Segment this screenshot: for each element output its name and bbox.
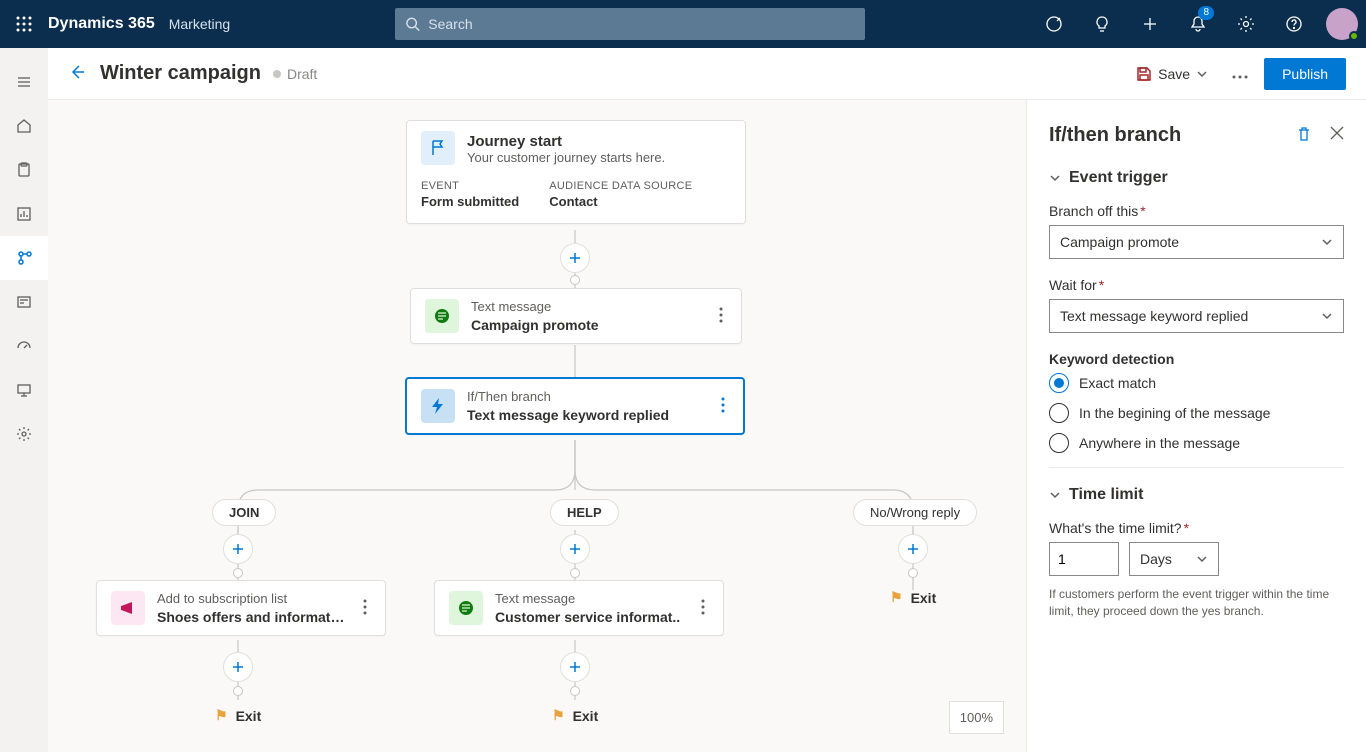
avatar[interactable] bbox=[1326, 8, 1358, 40]
search-box[interactable] bbox=[395, 8, 865, 40]
time-limit-label: What's the time limit?* bbox=[1049, 520, 1344, 536]
radio-exact-match[interactable]: Exact match bbox=[1049, 373, 1344, 393]
node-more-button[interactable] bbox=[359, 595, 371, 622]
left-rail bbox=[0, 48, 48, 752]
home-icon[interactable] bbox=[0, 104, 48, 148]
clipboard-icon[interactable] bbox=[0, 148, 48, 192]
section-event-trigger[interactable]: Event trigger bbox=[1049, 169, 1344, 187]
search-icon bbox=[405, 16, 420, 32]
exit-node: ⚑ Exit bbox=[552, 707, 598, 724]
lightning-icon bbox=[421, 389, 455, 423]
publish-button[interactable]: Publish bbox=[1264, 58, 1346, 90]
radio-anywhere[interactable]: Anywhere in the message bbox=[1049, 433, 1344, 453]
chat-icon bbox=[425, 299, 459, 333]
presentation-icon[interactable] bbox=[0, 368, 48, 412]
panel-title: If/then branch bbox=[1049, 124, 1181, 147]
presence-indicator bbox=[1349, 31, 1359, 41]
branch-pill-nowrong[interactable]: No/Wrong reply bbox=[853, 499, 977, 526]
back-button[interactable] bbox=[68, 63, 86, 84]
branch-pill-help[interactable]: HELP bbox=[550, 499, 619, 526]
branch-off-dropdown[interactable]: Campaign promote bbox=[1049, 225, 1344, 259]
branch-off-label: Branch off this* bbox=[1049, 203, 1344, 219]
chat-icon bbox=[449, 591, 483, 625]
radio-beginning[interactable]: In the begining of the message bbox=[1049, 403, 1344, 423]
flag-icon: ⚑ bbox=[215, 707, 228, 724]
page-title: Winter campaign bbox=[100, 62, 261, 85]
plus-icon[interactable] bbox=[1126, 0, 1174, 48]
megaphone-icon bbox=[111, 591, 145, 625]
notification-icon[interactable]: 8 bbox=[1174, 0, 1222, 48]
flag-icon: ⚑ bbox=[890, 589, 903, 606]
add-step-button[interactable] bbox=[223, 652, 253, 682]
gear-icon[interactable] bbox=[0, 412, 48, 456]
chevron-down-icon bbox=[1321, 310, 1333, 322]
notification-badge: 8 bbox=[1198, 6, 1214, 20]
settings-icon[interactable] bbox=[1222, 0, 1270, 48]
section-time-limit[interactable]: Time limit bbox=[1049, 486, 1344, 504]
area-label[interactable]: Marketing bbox=[169, 16, 230, 32]
exit-node: ⚑ Exit bbox=[890, 589, 936, 606]
brand-label: Dynamics 365 bbox=[48, 15, 155, 33]
status-badge: Draft bbox=[287, 66, 317, 82]
journey-icon[interactable] bbox=[0, 236, 48, 280]
help-text: If customers perform the event trigger w… bbox=[1049, 586, 1344, 620]
keyword-detection-label: Keyword detection bbox=[1049, 351, 1344, 367]
save-icon bbox=[1136, 66, 1152, 82]
text-message-node[interactable]: Text message Campaign promote bbox=[410, 288, 742, 344]
journey-canvas[interactable]: Journey start Your customer journey star… bbox=[48, 100, 1026, 752]
time-unit-dropdown[interactable]: Days bbox=[1129, 542, 1219, 576]
if-then-node[interactable]: If/Then branch Text message keyword repl… bbox=[405, 377, 745, 435]
delete-button[interactable] bbox=[1296, 126, 1312, 145]
journey-start-node[interactable]: Journey start Your customer journey star… bbox=[406, 120, 746, 224]
nav-toggle-icon[interactable] bbox=[0, 60, 48, 104]
zoom-indicator[interactable]: 100% bbox=[949, 701, 1004, 734]
analytics-icon[interactable] bbox=[0, 192, 48, 236]
more-button[interactable] bbox=[1226, 60, 1254, 88]
add-step-button[interactable] bbox=[560, 243, 590, 273]
add-step-button[interactable] bbox=[560, 534, 590, 564]
flag-icon: ⚑ bbox=[552, 707, 565, 724]
search-input[interactable] bbox=[428, 16, 855, 32]
connector-stub bbox=[570, 275, 580, 285]
chevron-down-icon bbox=[1321, 236, 1333, 248]
help-icon[interactable] bbox=[1270, 0, 1318, 48]
close-button[interactable] bbox=[1330, 126, 1344, 145]
node-more-button[interactable] bbox=[717, 393, 729, 420]
add-step-button[interactable] bbox=[898, 534, 928, 564]
lightbulb-icon[interactable] bbox=[1078, 0, 1126, 48]
time-value-input[interactable] bbox=[1049, 542, 1119, 576]
chevron-down-icon bbox=[1196, 553, 1208, 565]
add-step-button[interactable] bbox=[223, 534, 253, 564]
node-more-button[interactable] bbox=[697, 595, 709, 622]
branch-pill-join[interactable]: JOIN bbox=[212, 499, 276, 526]
properties-panel: If/then branch Event trigger Branch off … bbox=[1026, 100, 1366, 752]
exit-node: ⚑ Exit bbox=[215, 707, 261, 724]
chevron-down-icon bbox=[1196, 68, 1208, 80]
app-launcher-icon[interactable] bbox=[0, 0, 48, 48]
forms-icon[interactable] bbox=[0, 280, 48, 324]
wait-for-label: Wait for* bbox=[1049, 277, 1344, 293]
command-bar: Winter campaign Draft Save Publish bbox=[48, 48, 1366, 100]
flag-icon bbox=[421, 131, 455, 165]
top-nav: Dynamics 365 Marketing 8 bbox=[0, 0, 1366, 48]
subscription-node[interactable]: Add to subscription list Shoes offers an… bbox=[96, 580, 386, 636]
chevron-down-icon bbox=[1049, 172, 1061, 184]
wait-for-dropdown[interactable]: Text message keyword replied bbox=[1049, 299, 1344, 333]
add-step-button[interactable] bbox=[560, 652, 590, 682]
text-message-node-2[interactable]: Text message Customer service informat.. bbox=[434, 580, 724, 636]
status-dot bbox=[273, 70, 281, 78]
assistant-icon[interactable] bbox=[1030, 0, 1078, 48]
chevron-down-icon bbox=[1049, 489, 1061, 501]
speedometer-icon[interactable] bbox=[0, 324, 48, 368]
save-button[interactable]: Save bbox=[1128, 60, 1216, 88]
node-more-button[interactable] bbox=[715, 303, 727, 330]
